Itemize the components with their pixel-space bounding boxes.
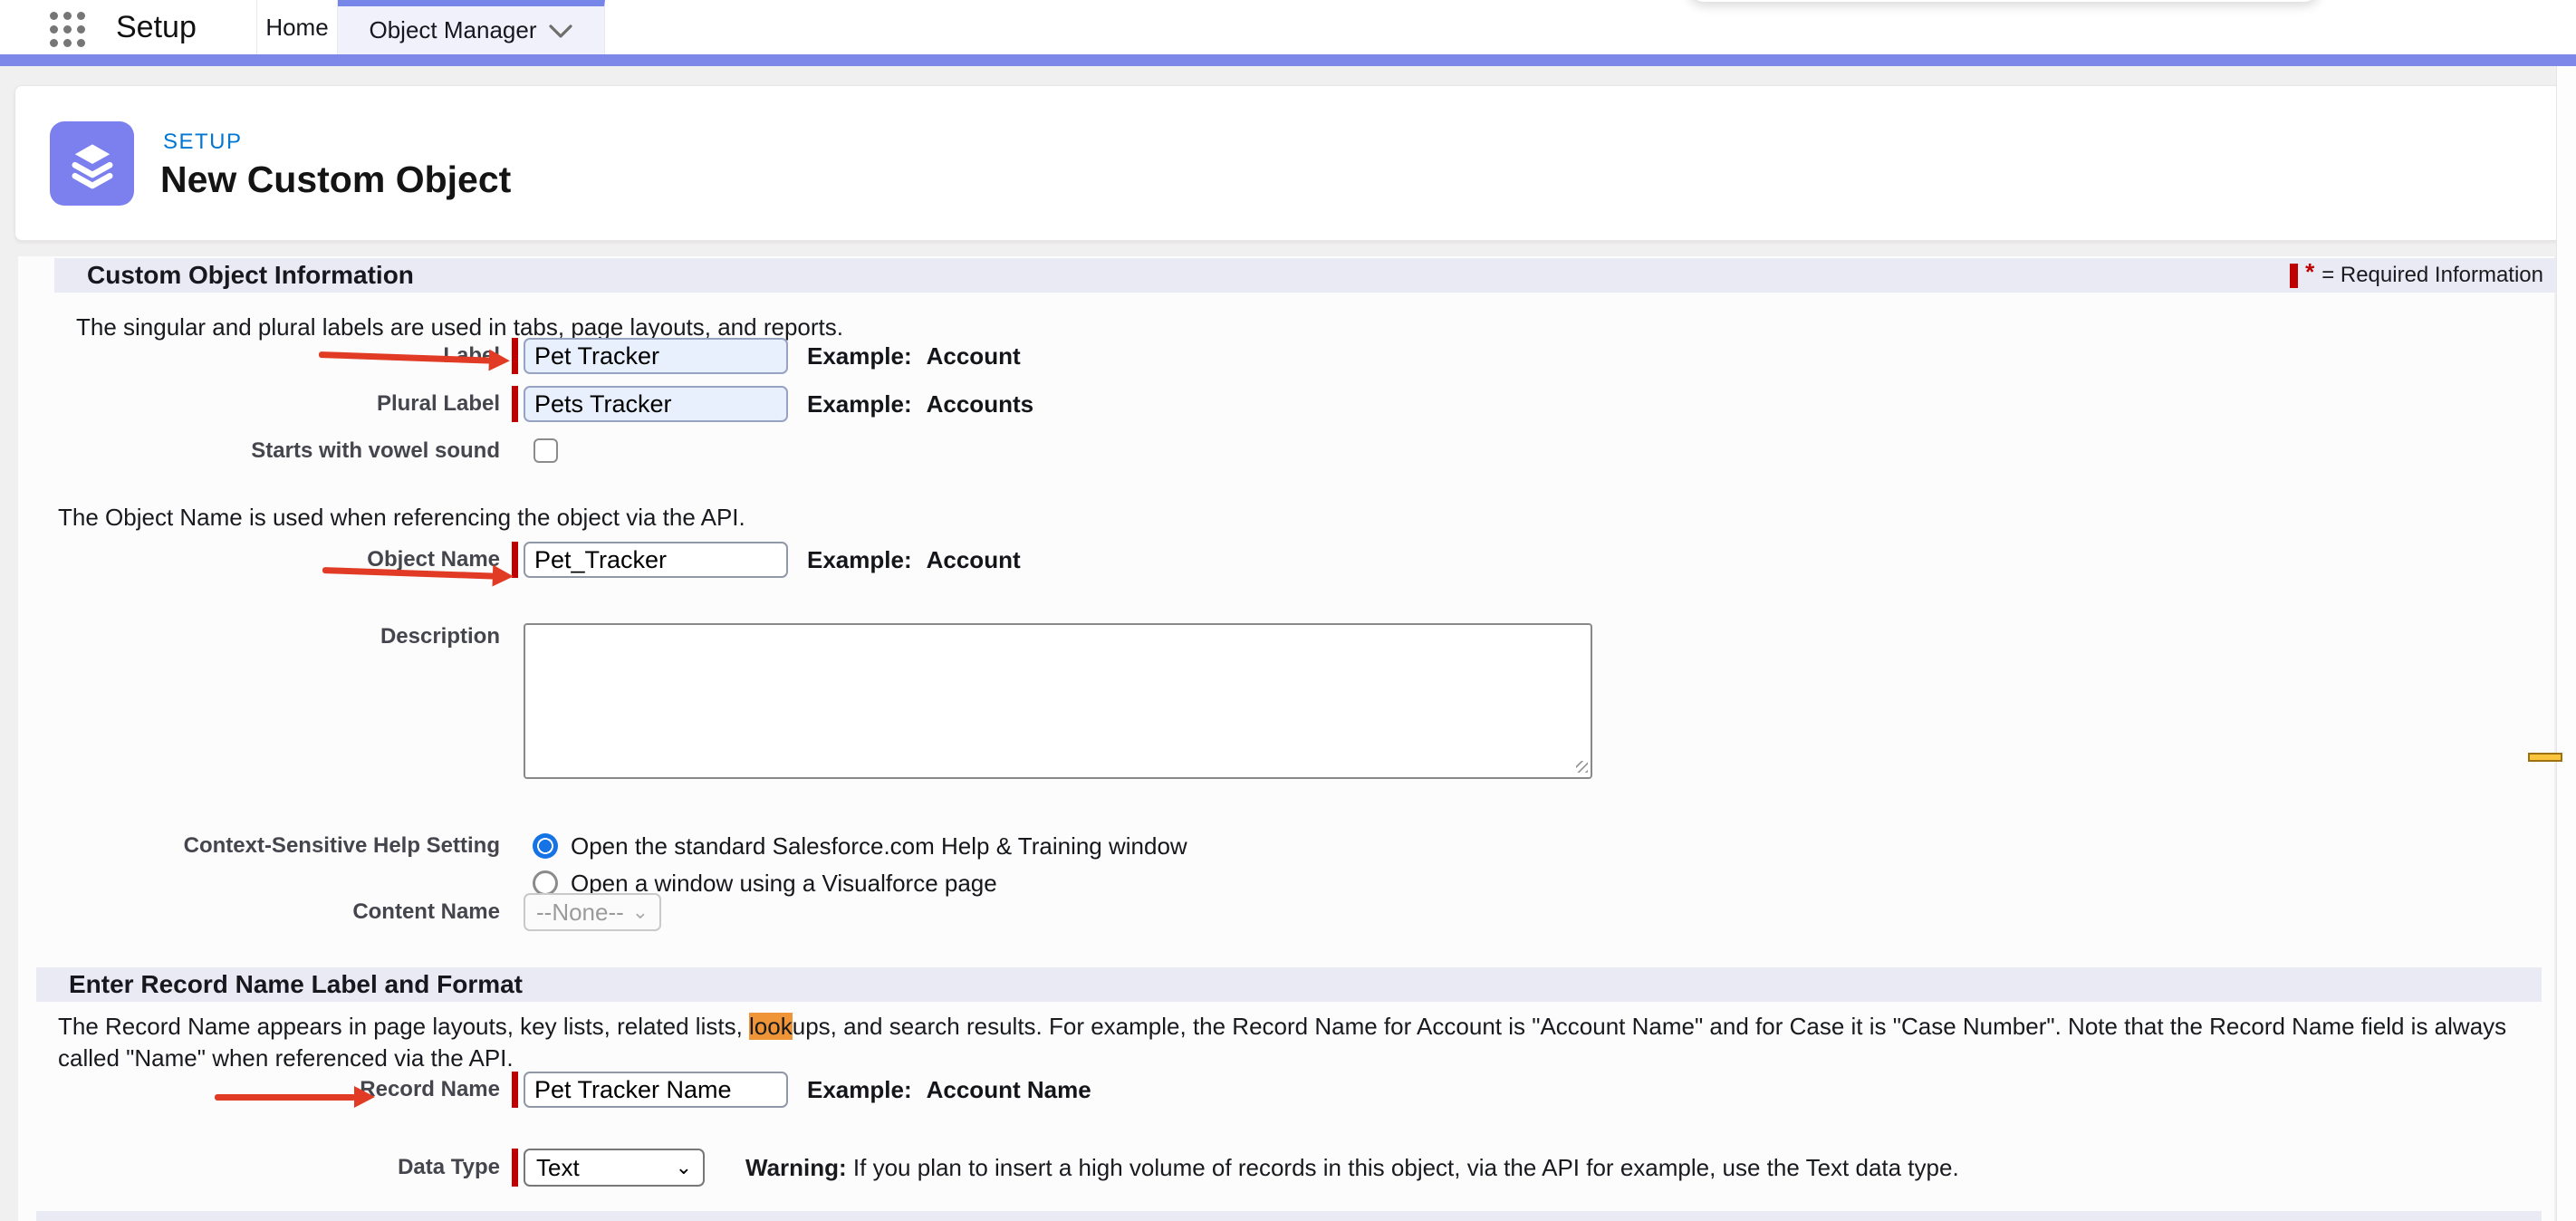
plural-label-input[interactable] <box>524 386 788 422</box>
description-textarea[interactable] <box>524 623 1592 779</box>
page-title: New Custom Object <box>160 159 511 201</box>
record-name-field-label: Record Name <box>54 1072 500 1108</box>
custom-object-layers-icon <box>50 121 134 206</box>
textarea-resize-grip-icon[interactable] <box>1576 761 1588 773</box>
plural-label-field-label: Plural Label <box>54 386 500 422</box>
field-row-record-name: Record Name Example:Account Name <box>0 1072 2576 1108</box>
field-row-help-setting: Context-Sensitive Help Setting Open the … <box>0 832 2576 860</box>
help-setting-label: Context-Sensitive Help Setting <box>54 832 500 860</box>
object-name-input[interactable] <box>524 542 788 578</box>
record-name-example: Example:Account Name <box>807 1072 1091 1108</box>
tab-home[interactable]: Home <box>256 0 338 54</box>
section-title: Enter Record Name Label and Format <box>69 967 523 1002</box>
section-title: Custom Object Information <box>87 258 414 293</box>
plural-label-example: Example:Accounts <box>807 386 1033 422</box>
tab-object-manager-label: Object Manager <box>370 6 537 54</box>
required-information-legend: * = Required Information <box>2290 258 2543 293</box>
radio-standard-help-label: Open the standard Salesforce.com Help & … <box>571 832 1187 860</box>
required-asterisk: * <box>2305 263 2314 281</box>
required-bar <box>512 1072 518 1108</box>
object-name-example: Example:Account <box>807 542 1021 578</box>
search-bar-shadow-artifact <box>1689 0 2319 2</box>
section-header-record-name: Enter Record Name Label and Format <box>36 967 2542 1002</box>
field-row-plural-label: Plural Label Example:Accounts <box>0 386 2576 422</box>
radio-visualforce-help[interactable] <box>533 870 558 896</box>
content-name-select[interactable]: --None-- ⌄ <box>524 893 661 931</box>
vowel-sound-label: Starts with vowel sound <box>54 438 500 463</box>
required-bar <box>512 386 518 422</box>
record-name-input[interactable] <box>524 1072 788 1108</box>
field-row-description: Description <box>0 623 2576 779</box>
top-nav: Setup Home Object Manager <box>0 0 2576 54</box>
field-row-content-name: Content Name --None-- ⌄ <box>0 893 2576 931</box>
object-name-note: The Object Name is used when referencing… <box>58 504 745 532</box>
app-title: Setup <box>116 0 197 54</box>
chevron-down-icon: ⌄ <box>632 903 649 921</box>
page-header-card: SETUP New Custom Object <box>14 85 2562 241</box>
field-row-data-type: Data Type Text ⌄ Warning: If you plan to… <box>0 1149 2576 1187</box>
vowel-sound-checkbox[interactable] <box>533 438 558 463</box>
description-field-label: Description <box>54 623 500 650</box>
section-header-custom-object-information: Custom Object Information * = Required I… <box>54 258 2560 293</box>
tab-object-manager[interactable]: Object Manager <box>338 0 605 54</box>
content-name-select-value: --None-- <box>536 899 624 927</box>
required-bar <box>512 338 518 374</box>
intro-before: The Record Name appears in page layouts,… <box>58 1013 749 1040</box>
app-launcher-waffle-icon[interactable] <box>50 12 91 48</box>
data-type-warning: Warning: If you plan to insert a high vo… <box>745 1149 1959 1187</box>
chevron-down-icon: ⌄ <box>676 1159 692 1177</box>
next-section-header-partial <box>36 1211 2542 1221</box>
content-name-label: Content Name <box>54 893 500 931</box>
chevron-down-icon <box>549 24 572 39</box>
field-row-vowel-sound: Starts with vowel sound <box>0 438 2576 463</box>
brand-color-bar <box>0 54 2576 66</box>
radio-standard-help[interactable] <box>533 833 558 859</box>
setup-eyebrow: SETUP <box>163 130 243 155</box>
label-example: Example:Account <box>807 338 1021 374</box>
data-type-select[interactable]: Text ⌄ <box>524 1149 705 1187</box>
label-input[interactable] <box>524 338 788 374</box>
screen: Setup Home Object Manager SETUP New Cust… <box>0 0 2576 1221</box>
required-bar <box>512 1149 518 1187</box>
required-legend-text: = Required Information <box>2321 263 2543 288</box>
find-highlight: look <box>749 1013 793 1040</box>
data-type-select-value: Text <box>536 1154 580 1182</box>
required-bar-icon <box>2290 264 2298 288</box>
find-match-scroll-marker <box>2528 753 2562 762</box>
scrollbar-track[interactable] <box>2556 66 2576 1221</box>
data-type-field-label: Data Type <box>54 1149 500 1187</box>
record-name-intro-text: The Record Name appears in page layouts,… <box>58 1011 2529 1074</box>
